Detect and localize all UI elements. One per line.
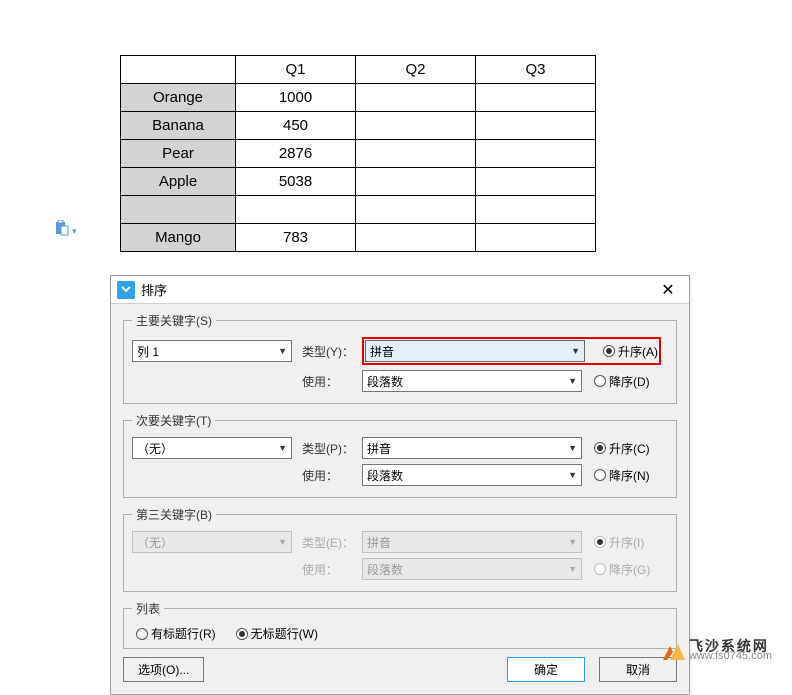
tertiary-asc-radio: 升序(I)	[594, 534, 644, 551]
tertiary-key-group: 第三关键字(B) （无）▼ 类型(E)： 拼音▼ 升序(I) 使用： 段落数▼ …	[123, 506, 677, 592]
primary-key-group: 主要关键字(S) 列 1▼ 类型(Y)： 拼音▼ 升序(A) 使用： 段落数▼	[123, 312, 677, 404]
chevron-down-icon: ▼	[571, 346, 580, 356]
col-header[interactable]: Q3	[476, 56, 596, 84]
primary-use-select[interactable]: 段落数▼	[362, 370, 582, 392]
table-row: Orange1000	[121, 84, 596, 112]
has-header-radio[interactable]: 有标题行(R)	[136, 625, 216, 642]
secondary-column-select[interactable]: （无）▼	[132, 437, 292, 459]
dialog-title: 排序	[141, 280, 653, 299]
secondary-use-select[interactable]: 段落数▼	[362, 464, 582, 486]
data-table[interactable]: Q1 Q2 Q3 Orange1000 Banana450 Pear2876 A…	[120, 55, 596, 252]
chevron-down-icon: ▼	[278, 537, 287, 547]
chevron-down-icon: ▼	[568, 443, 577, 453]
dialog-titlebar[interactable]: 排序 ✕	[111, 276, 689, 304]
ok-button[interactable]: 确定	[507, 657, 585, 682]
primary-desc-radio[interactable]: 降序(D)	[594, 373, 650, 390]
tertiary-use-select: 段落数▼	[362, 558, 582, 580]
tertiary-column-select: （无）▼	[132, 531, 292, 553]
secondary-legend: 次要关键字(T)	[132, 412, 215, 429]
watermark-brand: 飞沙系统网 www.fs0745.com	[663, 639, 772, 662]
secondary-type-label: 类型(P)：	[302, 440, 362, 457]
secondary-key-group: 次要关键字(T) （无）▼ 类型(P)： 拼音▼ 升序(C) 使用： 段落数▼ …	[123, 412, 677, 498]
secondary-use-label: 使用：	[302, 467, 362, 484]
list-header-group: 列表 有标题行(R) 无标题行(W)	[123, 600, 677, 649]
primary-column-select[interactable]: 列 1▼	[132, 340, 292, 362]
list-legend: 列表	[132, 600, 164, 617]
primary-type-label: 类型(Y)：	[302, 343, 362, 360]
chevron-down-icon: ▼	[278, 443, 287, 453]
tertiary-type-label: 类型(E)：	[302, 534, 362, 551]
table-row: Pear2876	[121, 140, 596, 168]
table-header-row: Q1 Q2 Q3	[121, 56, 596, 84]
tertiary-type-select: 拼音▼	[362, 531, 582, 553]
options-button[interactable]: 选项(O)...	[123, 657, 204, 682]
table-row: Banana450	[121, 112, 596, 140]
paste-options-caret-icon: ▾	[72, 226, 77, 237]
brand-url: www.fs0745.com	[689, 651, 772, 662]
sort-dialog: 排序 ✕ 主要关键字(S) 列 1▼ 类型(Y)： 拼音▼ 升序(A) 使用	[110, 275, 690, 695]
brand-logo-icon	[663, 642, 685, 660]
chevron-down-icon: ▼	[278, 346, 287, 356]
primary-use-label: 使用：	[302, 373, 362, 390]
close-icon[interactable]: ✕	[653, 280, 683, 300]
paste-options-icon[interactable]	[55, 220, 69, 236]
col-header[interactable]: Q2	[356, 56, 476, 84]
chevron-down-icon: ▼	[568, 537, 577, 547]
primary-legend: 主要关键字(S)	[132, 312, 216, 329]
table-row: Apple5038	[121, 168, 596, 196]
primary-asc-radio[interactable]: 升序(A)	[603, 343, 658, 360]
table-row: Mango783	[121, 224, 596, 252]
table-row	[121, 196, 596, 224]
chevron-down-icon: ▼	[568, 376, 577, 386]
app-icon	[117, 281, 135, 299]
chevron-down-icon: ▼	[568, 564, 577, 574]
secondary-asc-radio[interactable]: 升序(C)	[594, 440, 650, 457]
secondary-type-select[interactable]: 拼音▼	[362, 437, 582, 459]
chevron-down-icon: ▼	[568, 470, 577, 480]
secondary-desc-radio[interactable]: 降序(N)	[594, 467, 650, 484]
document-table-area: Q1 Q2 Q3 Orange1000 Banana450 Pear2876 A…	[120, 55, 596, 252]
primary-type-select[interactable]: 拼音▼	[365, 340, 585, 362]
col-header[interactable]: Q1	[236, 56, 356, 84]
no-header-radio[interactable]: 无标题行(W)	[236, 625, 318, 642]
tertiary-use-label: 使用：	[302, 561, 362, 578]
tertiary-legend: 第三关键字(B)	[132, 506, 216, 523]
primary-type-highlight: 拼音▼ 升序(A)	[362, 337, 661, 365]
tertiary-desc-radio: 降序(G)	[594, 561, 650, 578]
